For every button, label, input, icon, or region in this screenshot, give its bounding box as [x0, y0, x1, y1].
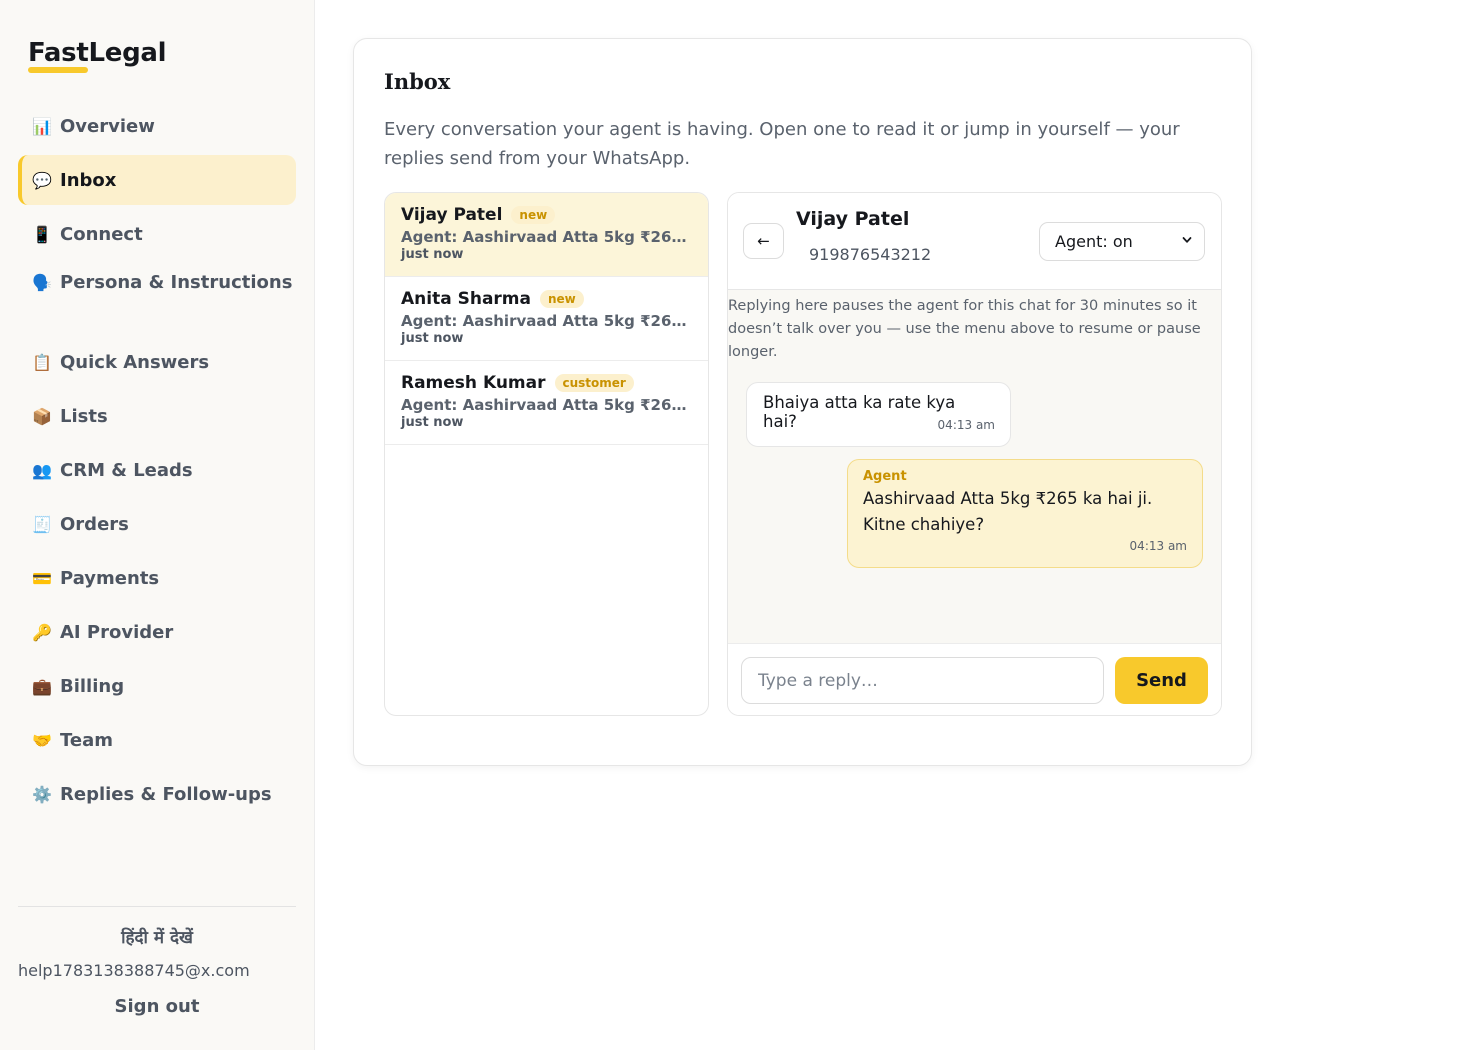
sidebar-item-payments[interactable]: 💳 Payments — [18, 553, 296, 603]
message-time: 04:13 am — [937, 418, 995, 432]
status-badge: customer — [554, 374, 634, 392]
conversation-item[interactable]: Vijay Patel new Agent: Aashirvaad Atta 5… — [385, 193, 708, 277]
credit-card-icon: 💳 — [32, 568, 52, 588]
app-logo[interactable]: FastLegal — [28, 38, 167, 68]
conversation-time: just now — [401, 331, 464, 346]
sidebar-item-label: 🗣️ Persona & Instructions — [32, 273, 292, 293]
send-button[interactable]: Send — [1115, 657, 1208, 704]
clipboard-icon: 📋 — [32, 352, 52, 372]
chevron-down-icon — [1182, 237, 1192, 243]
briefcase-icon: 💼 — [32, 676, 52, 696]
sidebar-divider — [18, 906, 296, 907]
sidebar-item-label: Quick Answers — [60, 351, 210, 373]
agent-pause-note: Replying here pauses the agent for this … — [728, 298, 1201, 360]
agent-status-value: Agent: on — [1055, 232, 1133, 251]
sidebar-item-persona[interactable]: 🗣️ Persona & Instructions — [18, 263, 296, 333]
conversation-name: Anita Sharma — [401, 289, 531, 309]
sidebar-nav: 📊 Overview 💬 Inbox 📱 Connect 🗣️ Persona &… — [18, 101, 296, 823]
reply-input[interactable] — [741, 657, 1104, 704]
chat-messages: Replying here pauses the agent for this … — [728, 290, 1221, 643]
conversation-item[interactable]: Anita Sharma new Agent: Aashirvaad Atta … — [385, 277, 708, 361]
chat-contact-name: Vijay Patel — [796, 208, 910, 230]
sign-out-button[interactable]: Sign out — [18, 996, 296, 1017]
sidebar-item-crm-leads[interactable]: 👥 CRM & Leads — [18, 445, 296, 495]
sidebar-item-label: Payments — [60, 567, 160, 589]
chat-header: ← Vijay Patel 919876543212 Agent: on — [728, 193, 1221, 290]
user-email: help1783138388745@x.com — [18, 961, 250, 980]
sidebar-item-billing[interactable]: 💼 Billing — [18, 661, 296, 711]
sidebar-item-label: Inbox — [60, 169, 117, 191]
gear-icon: ⚙️ — [32, 784, 52, 804]
mobile-phone-icon: 📱 — [32, 224, 52, 244]
speech-bubble-icon: 💬 — [32, 170, 52, 190]
sidebar-item-label: Orders — [60, 513, 129, 535]
sidebar-item-label: Overview — [60, 115, 155, 137]
chat-panel: ← Vijay Patel 919876543212 Agent: on Rep… — [727, 192, 1222, 716]
message-outgoing: Agent Aashirvaad Atta 5kg ₹265 ka hai ji… — [847, 459, 1203, 568]
page-title: Inbox — [384, 69, 451, 94]
receipt-icon: 🧾 — [32, 514, 52, 534]
sidebar-item-ai-provider[interactable]: 🔑 AI Provider — [18, 607, 296, 657]
message-incoming: Bhaiya atta ka rate kya hai? 04:13 am — [746, 382, 1011, 447]
conversation-preview: Agent: Aashirvaad Atta 5kg ₹265 ka hai j… — [401, 312, 692, 330]
conversation-item[interactable]: Ramesh Kumar customer Agent: Aashirvaad … — [385, 361, 708, 445]
conversation-time: just now — [401, 247, 464, 262]
sidebar-item-connect[interactable]: 📱 Connect — [18, 209, 296, 259]
handshake-icon: 🤝 — [32, 730, 52, 750]
conversation-preview: Agent: Aashirvaad Atta 5kg ₹265 ka hai j… — [401, 228, 692, 246]
message-time: 04:13 am — [1129, 539, 1187, 553]
sidebar-item-replies-followups[interactable]: ⚙️ Replies & Follow-ups — [18, 769, 296, 819]
users-icon: 👥 — [32, 460, 52, 480]
language-toggle-link[interactable]: हिंदी में देखें — [18, 925, 296, 948]
conversation-name: Vijay Patel — [401, 205, 503, 225]
sidebar-item-label: Billing — [60, 675, 125, 697]
arrow-left-icon: ← — [757, 232, 770, 250]
conversation-list: Vijay Patel new Agent: Aashirvaad Atta 5… — [384, 192, 709, 716]
sidebar-item-label: AI Provider — [60, 621, 174, 643]
status-badge: new — [540, 290, 584, 308]
speaking-head-icon: 🗣️ — [32, 273, 52, 292]
conversation-time: just now — [401, 415, 464, 430]
conversation-name: Ramesh Kumar — [401, 373, 546, 393]
sidebar-item-inbox[interactable]: 💬 Inbox — [18, 155, 296, 205]
sidebar-item-label: Connect — [60, 223, 143, 245]
inbox-card: Inbox Every conversation your agent is h… — [353, 38, 1252, 766]
sidebar-item-quick-answers[interactable]: 📋 Quick Answers — [18, 337, 296, 387]
bar-chart-icon: 📊 — [32, 116, 52, 136]
status-badge: new — [511, 206, 556, 224]
back-button[interactable]: ← — [743, 223, 784, 259]
sidebar-item-overview[interactable]: 📊 Overview — [18, 101, 296, 151]
chat-contact-phone: 919876543212 — [809, 245, 932, 264]
sidebar-item-label: CRM & Leads — [60, 459, 193, 481]
sidebar-item-text: Persona & Instructions — [60, 272, 293, 293]
message-sender: Agent — [863, 469, 907, 484]
conversation-preview: Agent: Aashirvaad Atta 5kg ₹265 ka hai j… — [401, 396, 692, 414]
package-icon: 📦 — [32, 406, 52, 426]
page-description: Every conversation your agent is having.… — [384, 119, 1180, 169]
sidebar: FastLegal 📊 Overview 💬 Inbox 📱 Connect 🗣… — [0, 0, 315, 1050]
message-text: Aashirvaad Atta 5kg ₹265 ka hai ji. Kitn… — [863, 489, 1153, 534]
sidebar-item-orders[interactable]: 🧾 Orders — [18, 499, 296, 549]
logo-underline — [28, 67, 88, 73]
agent-status-select[interactable]: Agent: on — [1039, 222, 1205, 261]
key-icon: 🔑 — [32, 622, 52, 642]
sidebar-item-label: Team — [60, 729, 113, 751]
sidebar-item-lists[interactable]: 📦 Lists — [18, 391, 296, 441]
reply-bar: Send — [728, 643, 1221, 715]
sidebar-item-label: Replies & Follow-ups — [60, 783, 272, 805]
sidebar-item-team[interactable]: 🤝 Team — [18, 715, 296, 765]
sidebar-item-label: Lists — [60, 405, 108, 427]
